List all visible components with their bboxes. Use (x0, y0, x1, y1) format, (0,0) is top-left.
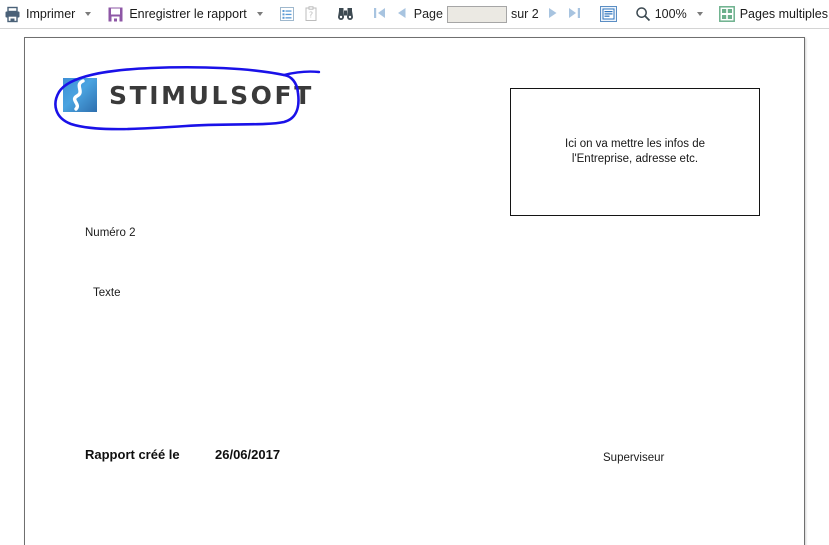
multiple-pages-label: Pages multiples (739, 7, 828, 21)
first-page-button[interactable] (368, 6, 391, 23)
binoculars-icon (337, 6, 354, 22)
report-viewer-area[interactable]: STIMULSOFT Ici on va mettre les infos de… (0, 29, 829, 545)
multiple-pages-button[interactable]: Pages multiples (715, 1, 829, 27)
print-button-label: Imprimer (26, 7, 76, 21)
next-page-icon (547, 6, 558, 20)
save-report-button-label: Enregistrer le rapport (129, 7, 247, 21)
report-created-date: 26/06/2017 (215, 447, 281, 462)
report-page: STIMULSOFT Ici on va mettre les infos de… (24, 37, 805, 545)
print-dropdown-caret[interactable] (85, 12, 92, 16)
last-page-button[interactable] (563, 6, 586, 23)
zoom-dropdown-caret[interactable] (696, 12, 703, 16)
stimulsoft-mark-icon (63, 78, 97, 112)
next-page-button[interactable] (542, 6, 563, 23)
numero-field-label: Numéro 2 (85, 227, 136, 239)
stimulsoft-logo: STIMULSOFT (63, 78, 314, 112)
previous-page-icon (396, 6, 407, 20)
report-created-label: Rapport créé le (85, 447, 180, 462)
texte-field-label: Texte (93, 287, 121, 299)
report-viewer-toolbar: Imprimer Enregistrer le rapport ? Page s… (0, 0, 829, 29)
find-button[interactable] (333, 1, 358, 27)
magnifier-icon (635, 6, 651, 22)
parameters-clipboard-icon: ? (303, 6, 319, 22)
first-page-icon (373, 6, 386, 20)
save-dropdown-caret[interactable] (256, 12, 263, 16)
page-number-input[interactable] (446, 5, 507, 23)
save-report-button[interactable]: Enregistrer le rapport (103, 1, 250, 27)
page-total-label: sur 2 (510, 7, 539, 21)
previous-page-button[interactable] (391, 6, 412, 23)
page-view-button[interactable] (596, 1, 621, 27)
svg-text:?: ? (309, 11, 313, 20)
last-page-icon (568, 6, 581, 20)
stimulsoft-logo-text: STIMULSOFT (109, 80, 314, 110)
bookmarks-list-icon (279, 6, 295, 22)
zoom-level-label: 100% (654, 7, 687, 21)
supervisor-label: Superviseur (603, 452, 665, 464)
floppy-disk-icon (107, 6, 124, 23)
page-label: Page (413, 7, 443, 21)
multiple-pages-grid-icon (718, 6, 735, 22)
page-view-icon (599, 6, 617, 22)
bookmarks-button[interactable] (275, 1, 299, 27)
zoom-button[interactable]: 100% (631, 1, 691, 27)
print-button[interactable]: Imprimer (0, 1, 79, 27)
company-info-text: Ici on va mettre les infos de l'Entrepri… (565, 138, 705, 165)
printer-icon (4, 6, 21, 23)
parameters-button[interactable]: ? (299, 1, 323, 27)
company-info-box: Ici on va mettre les infos de l'Entrepri… (510, 88, 760, 216)
